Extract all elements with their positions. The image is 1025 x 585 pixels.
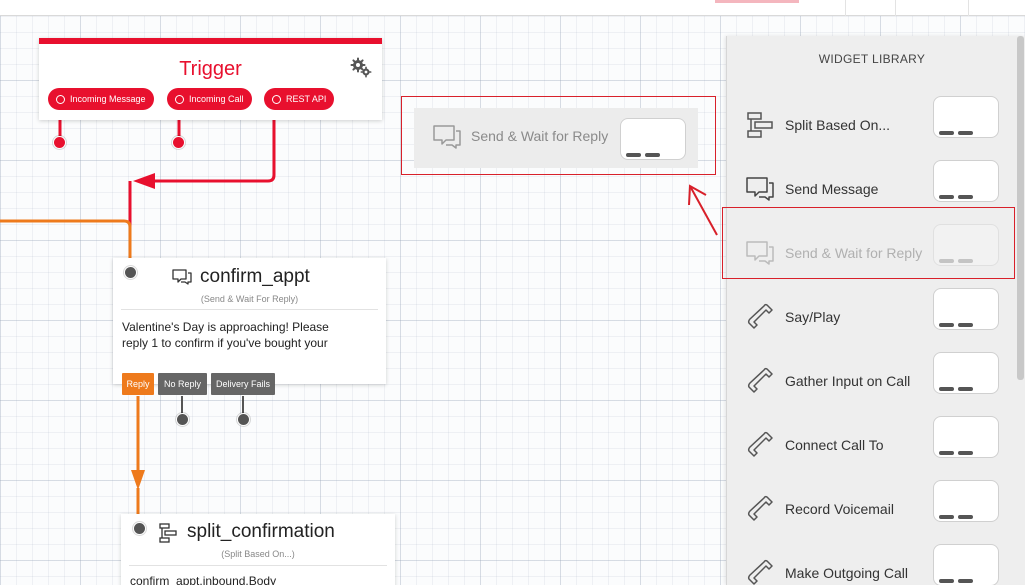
library-item-make-outgoing-call[interactable]: Make Outgoing Call [727, 544, 1017, 585]
phone-icon [747, 431, 773, 457]
node-body: Valentine's Day is approaching! Please r… [122, 319, 382, 351]
library-item-gather-input[interactable]: Gather Input on Call [727, 352, 1017, 416]
chat-icon [172, 269, 192, 285]
annotation-box-library-item [722, 207, 1015, 279]
wire-rest-api [152, 110, 276, 183]
widget-preview [933, 288, 999, 330]
split-icon [747, 112, 773, 138]
widget-preview [933, 480, 999, 522]
library-item-label: Connect Call To [785, 437, 884, 453]
node-subtitle: (Split Based On...) [221, 549, 295, 559]
wire-arrowhead [133, 173, 155, 189]
phone-icon [747, 495, 773, 521]
library-item-label: Say/Play [785, 309, 841, 325]
widget-preview [933, 416, 999, 458]
connector-dot-incoming-call[interactable] [172, 136, 185, 149]
annotation-box-drop [401, 96, 716, 175]
library-item-say-play[interactable]: Say/Play [727, 288, 1017, 352]
trigger-incoming-message[interactable]: Incoming Message [48, 88, 154, 110]
widget-library-panel: WIDGET LIBRARY Split Based On... Send Me… [726, 36, 1025, 585]
library-item-label: Gather Input on Call [785, 373, 911, 389]
wire-orange-loop [0, 219, 132, 258]
node-body-line: Valentine's Day is approaching! Please [122, 320, 329, 334]
tag-no-reply[interactable]: No Reply [158, 373, 207, 395]
library-item-split-based-on[interactable]: Split Based On... [727, 96, 1017, 160]
library-item-label: Make Outgoing Call [785, 565, 908, 581]
connector-dot-no-reply[interactable] [176, 413, 189, 426]
widget-preview [933, 160, 999, 202]
chat-icon [746, 177, 774, 201]
widget-preview [933, 352, 999, 394]
phone-icon [747, 559, 773, 585]
split-icon [159, 523, 177, 543]
widget-preview [933, 544, 999, 585]
phone-icon [747, 367, 773, 393]
node-body: confirm_appt.inbound.Body [130, 574, 277, 585]
wire-reply-arrowhead [131, 470, 145, 490]
library-item-label: Split Based On... [785, 117, 891, 133]
tag-reply[interactable]: Reply [122, 373, 154, 395]
trigger-rest-api[interactable]: REST API [264, 88, 335, 110]
trigger-title: Trigger [179, 58, 242, 80]
node-divider [121, 309, 378, 310]
gear-icon[interactable] [350, 56, 372, 78]
library-scrollbar[interactable] [1017, 36, 1024, 380]
node-split-confirmation[interactable]: split_confirmation (Split Based On...) c… [121, 514, 395, 585]
widget-preview [933, 96, 999, 138]
library-title: WIDGET LIBRARY [818, 52, 926, 66]
library-item-connect-call[interactable]: Connect Call To [727, 416, 1017, 480]
trigger-incoming-call[interactable]: Incoming Call [167, 88, 252, 110]
trigger-widget[interactable]: Trigger Incoming Message Incoming Call R… [39, 38, 382, 120]
node-title: confirm_appt [200, 266, 310, 287]
node-subtitle: (Send & Wait For Reply) [200, 294, 299, 304]
library-item-label: Record Voicemail [785, 501, 894, 517]
connector-dot-confirm-input[interactable] [124, 266, 137, 279]
tag-delivery-fails[interactable]: Delivery Fails [211, 373, 275, 395]
library-item-record-voicemail[interactable]: Record Voicemail [727, 480, 1017, 544]
library-item-label: Send Message [785, 181, 879, 197]
node-divider [129, 565, 387, 566]
connector-dot-delivery-fails[interactable] [237, 413, 250, 426]
connector-dot-incoming-message[interactable] [53, 136, 66, 149]
node-confirm-appt[interactable]: confirm_appt (Send & Wait For Reply) Val… [113, 258, 386, 384]
phone-icon [747, 303, 773, 329]
node-body-line: reply 1 to confirm if you've bought your [122, 336, 328, 350]
connector-dot-split-input[interactable] [133, 522, 146, 535]
node-title: split_confirmation [187, 521, 335, 542]
